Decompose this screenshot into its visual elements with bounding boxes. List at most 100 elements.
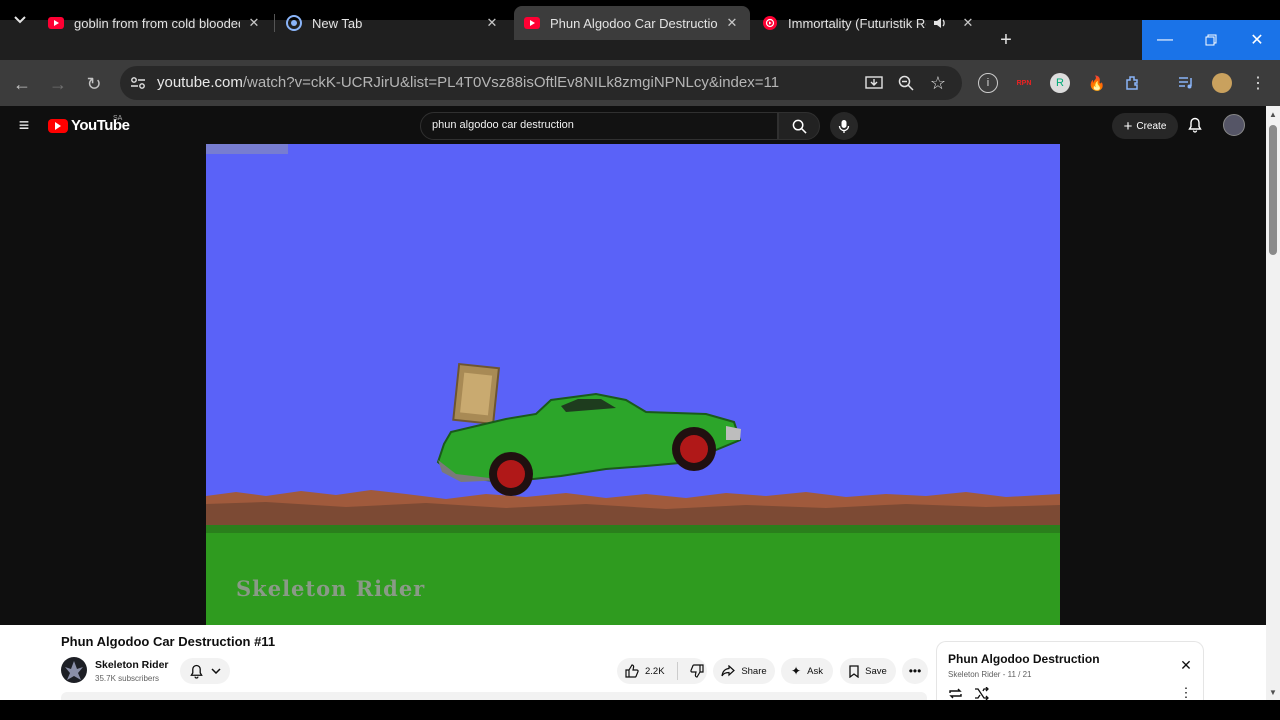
- tab-new-tab[interactable]: New Tab ✕: [276, 6, 510, 40]
- install-app-icon[interactable]: [864, 74, 884, 92]
- description-box[interactable]: [61, 692, 927, 700]
- profile-avatar-icon[interactable]: [1212, 73, 1232, 93]
- close-icon[interactable]: ✕: [484, 15, 500, 31]
- tab-title: Phun Algodoo Car Destruction: [550, 15, 718, 31]
- site-settings-icon[interactable]: [128, 74, 148, 92]
- tab-title: Immortality (Futuristik Remi: [788, 15, 926, 31]
- account-avatar[interactable]: [1223, 114, 1245, 136]
- dislike-button[interactable]: [689, 664, 704, 678]
- guide-menu-button[interactable]: ≡: [14, 115, 34, 135]
- youtube-music-icon: [762, 15, 778, 31]
- hamburger-icon: ≡: [18, 114, 30, 135]
- menu-kebab-icon[interactable]: ⋮: [1248, 73, 1268, 93]
- channel-avatar[interactable]: [61, 657, 87, 683]
- scroll-up-arrow[interactable]: ▲: [1266, 108, 1280, 120]
- speaker-icon[interactable]: [932, 15, 948, 31]
- close-window-button[interactable]: ✕: [1234, 20, 1280, 60]
- restore-icon: [1205, 34, 1217, 46]
- screen-bottom-strip: [0, 700, 1280, 720]
- ask-label: Ask: [807, 665, 823, 677]
- scroll-down-arrow[interactable]: ▼: [1266, 686, 1280, 698]
- shuffle-icon: [974, 686, 989, 700]
- like-button[interactable]: 2.2K: [625, 664, 665, 678]
- minimize-icon: —: [1157, 31, 1173, 48]
- close-icon[interactable]: ✕: [724, 15, 740, 31]
- url-path: /watch?v=ckK-UCRJirU&list=PL4T0Vsz88isOf…: [242, 74, 780, 91]
- bookmark-star-icon[interactable]: ☆: [928, 72, 948, 93]
- bookmark-icon: [849, 664, 859, 678]
- voice-search-button[interactable]: [830, 112, 858, 140]
- close-icon[interactable]: ✕: [960, 15, 976, 31]
- playlist-position: 11 / 21: [1007, 670, 1032, 679]
- shuffle-button[interactable]: [973, 685, 989, 701]
- scrollbar-thumb[interactable]: [1269, 125, 1277, 255]
- star-icon: ☆: [929, 72, 947, 93]
- save-button[interactable]: Save: [840, 658, 896, 684]
- tab-phun-algodoo[interactable]: Phun Algodoo Car Destruction ✕: [514, 6, 750, 40]
- url-host: youtube.com: [157, 74, 243, 91]
- minimize-button[interactable]: —: [1142, 20, 1188, 60]
- arrow-right-icon: →: [49, 73, 67, 94]
- playlist-close-button[interactable]: ✕: [1178, 657, 1194, 673]
- extensions-puzzle-icon[interactable]: [1123, 73, 1143, 93]
- tab-search-button[interactable]: [6, 8, 34, 32]
- create-label: Create: [1136, 120, 1167, 132]
- share-icon: [721, 665, 736, 677]
- playlist-title[interactable]: Phun Algodoo Destruction: [948, 652, 1100, 666]
- loop-button[interactable]: [947, 685, 963, 701]
- ask-button[interactable]: ✦ Ask: [781, 658, 833, 684]
- forward-button[interactable]: →: [46, 72, 70, 96]
- plus-icon: +: [1000, 28, 1012, 51]
- chrome-icon: [286, 15, 302, 31]
- tab-title: goblin from from cold blooded: [74, 15, 240, 31]
- extension-adblock-icon[interactable]: RPN: [1013, 73, 1035, 93]
- reload-icon: ↻: [86, 73, 102, 94]
- extension-info-icon[interactable]: i: [978, 73, 998, 93]
- close-icon: ✕: [1250, 32, 1264, 49]
- tab-goblin[interactable]: goblin from from cold blooded ✕: [38, 6, 272, 40]
- playlist-menu-button[interactable]: ⋮: [1178, 685, 1194, 701]
- share-button[interactable]: Share: [713, 658, 775, 684]
- video-title: Phun Algodoo Car Destruction #11: [61, 634, 276, 649]
- thumbs-up-icon: [625, 664, 639, 678]
- search-button[interactable]: [778, 112, 820, 140]
- notifications-button[interactable]: [1185, 115, 1205, 135]
- loop-icon: [948, 688, 962, 698]
- media-controls-icon[interactable]: [1176, 73, 1196, 93]
- channel-name[interactable]: Skeleton Rider: [95, 659, 169, 671]
- zoom-icon[interactable]: [896, 74, 916, 92]
- more-actions-button[interactable]: •••: [902, 658, 928, 684]
- url-text[interactable]: youtube.com/watch?v=ckK-UCRJirU&list=PL4…: [157, 74, 779, 91]
- video-player[interactable]: Skeleton Rider: [206, 144, 1060, 625]
- bell-icon: [189, 664, 203, 679]
- reload-button[interactable]: ↻: [82, 72, 106, 96]
- save-label: Save: [865, 665, 887, 677]
- microphone-icon: [838, 119, 850, 133]
- chevron-down-icon: [14, 16, 26, 24]
- arrow-left-icon: ←: [13, 73, 31, 94]
- playlist-channel: Skeleton Rider: [948, 670, 1001, 679]
- create-button[interactable]: + Create: [1112, 113, 1178, 139]
- restore-button[interactable]: [1188, 20, 1234, 60]
- close-icon[interactable]: ✕: [246, 15, 262, 31]
- back-button[interactable]: ←: [10, 72, 34, 96]
- close-icon: ✕: [1180, 656, 1192, 673]
- extension-fire-icon[interactable]: 🔥: [1087, 73, 1107, 93]
- search-icon: [792, 119, 807, 134]
- sparkle-icon: ✦: [791, 664, 802, 678]
- search-query-text[interactable]: phun algodoo car destruction: [432, 119, 574, 131]
- subscriber-count: 35.7K subscribers: [95, 674, 160, 683]
- chevron-down-icon: [210, 668, 221, 674]
- youtube-icon: [48, 15, 64, 31]
- like-count: 2.2K: [645, 665, 665, 677]
- tab-immortality[interactable]: Immortality (Futuristik Remi ✕: [752, 6, 986, 40]
- tab-title: New Tab: [312, 15, 363, 31]
- new-tab-button[interactable]: +: [994, 28, 1018, 52]
- extension-r-icon[interactable]: R: [1050, 73, 1070, 93]
- subscription-bell-button[interactable]: [180, 658, 230, 684]
- like-dislike-group: 2.2K: [617, 658, 707, 684]
- country-code: SA: [113, 115, 123, 122]
- share-label: Share: [741, 665, 767, 677]
- thumbs-down-icon: [689, 664, 704, 678]
- more-horizontal-icon: •••: [908, 664, 922, 678]
